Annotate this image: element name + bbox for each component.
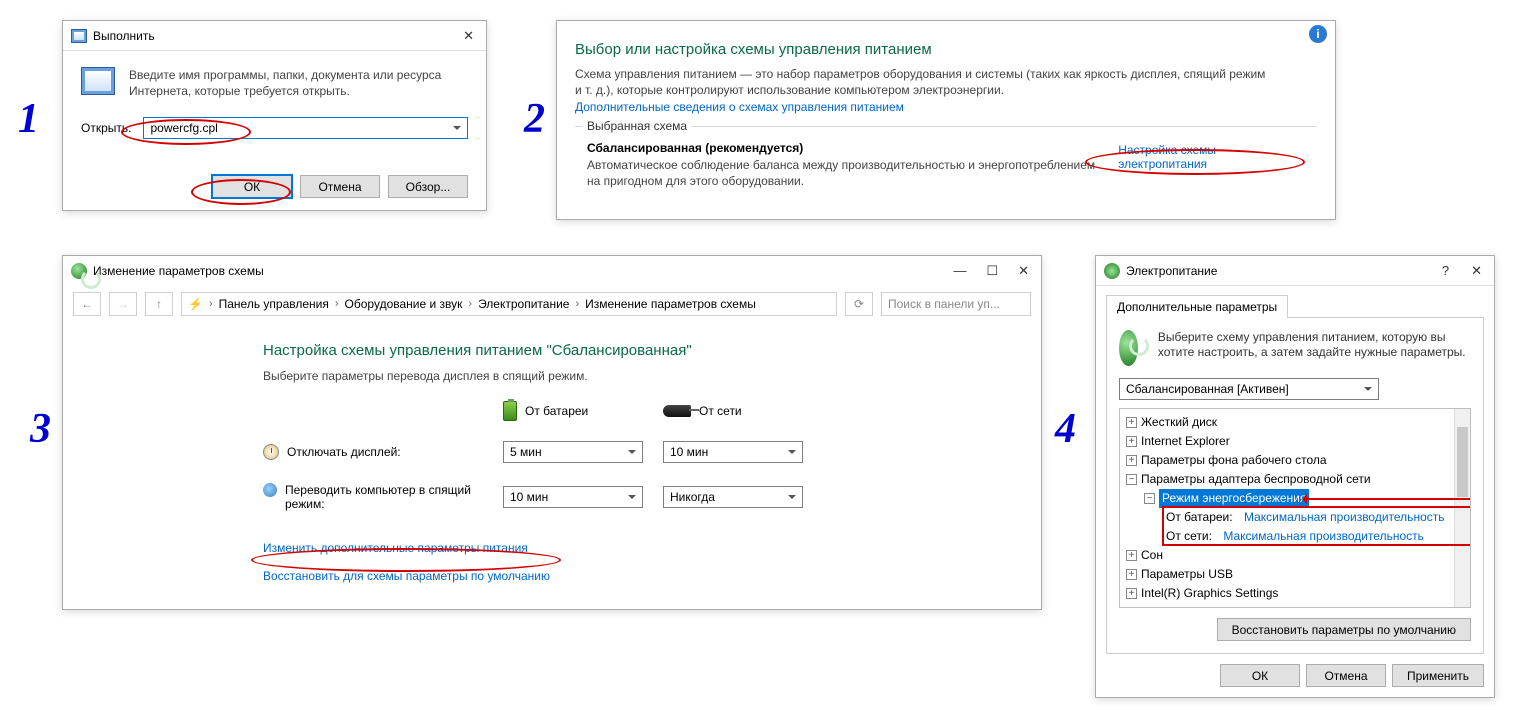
edit-heading: Настройка схемы управления питанием "Сба… [263, 342, 1001, 359]
restore-defaults-link[interactable]: Восстановить для схемы параметры по умол… [263, 569, 550, 583]
col-battery: От батареи [525, 404, 588, 418]
ok-button[interactable]: ОК [212, 175, 292, 198]
nav-up[interactable]: ↑ [145, 292, 173, 316]
sleep-battery-dropdown[interactable]: 10 мин [503, 486, 643, 508]
tree-container: Жесткий диск Internet Explorer Параметры… [1119, 408, 1471, 608]
sleep-icon [263, 483, 277, 497]
scheme-dropdown[interactable]: Сбалансированная [Активен] [1119, 378, 1379, 400]
tree-leaf-ac[interactable]: От сети: Максимальная производительность [1122, 527, 1452, 546]
tree-item[interactable]: Intel(R) Graphics Settings [1122, 584, 1452, 603]
open-combo-value: powercfg.cpl [150, 121, 217, 135]
plug-icon [663, 405, 691, 417]
ok-button[interactable]: ОК [1220, 664, 1300, 687]
nav-refresh[interactable]: ⟳ [845, 292, 873, 316]
cancel-button[interactable]: Отмена [300, 175, 380, 198]
run-dialog: Выполнить ✕ Введите имя программы, папки… [62, 20, 487, 211]
step-number-1: 1 [18, 95, 39, 143]
edit-title: Изменение параметров схемы [93, 264, 949, 278]
power-icon [71, 263, 87, 279]
breadcrumb[interactable]: ⚡› Панель управления› Оборудование и зву… [181, 292, 837, 316]
close-icon[interactable]: ✕ [459, 28, 478, 44]
browse-button[interactable]: Обзор... [388, 175, 468, 198]
scrollbar[interactable] [1454, 409, 1470, 607]
battery-icon [503, 401, 517, 421]
info-bubble-icon[interactable]: i [1309, 25, 1327, 43]
open-label: Открыть: [81, 121, 131, 135]
tree-item[interactable]: Параметры USB [1122, 565, 1452, 584]
plan-settings-link[interactable]: Настройка схемы электропитания [1118, 143, 1305, 171]
cancel-button[interactable]: Отмена [1306, 664, 1386, 687]
power-large-icon [1119, 330, 1138, 366]
row-sleep-label: Переводить компьютер в спящий режим: [285, 483, 485, 511]
crumb-search[interactable]: Поиск в панели уп... [881, 292, 1031, 316]
tree-leaf-battery[interactable]: От батареи: Максимальная производительно… [1122, 508, 1452, 527]
plan-desc: Автоматическое соблюдение баланса между … [587, 157, 1098, 189]
advanced-link[interactable]: Изменить дополнительные параметры питани… [263, 541, 528, 555]
plans-heading: Выбор или настройка схемы управления пит… [575, 41, 1317, 58]
nav-fwd[interactable]: → [109, 292, 137, 316]
tab-additional[interactable]: Дополнительные параметры [1106, 295, 1288, 318]
run-icon [71, 29, 87, 43]
close-icon[interactable]: ✕ [1467, 263, 1486, 279]
display-battery-dropdown[interactable]: 5 мин [503, 441, 643, 463]
row-display-label: Отключать дисплей: [287, 445, 401, 459]
plans-desc: Схема управления питанием — это набор па… [575, 66, 1275, 98]
selected-scheme-legend: Выбранная схема [583, 119, 691, 133]
minimize-icon[interactable]: — [949, 263, 970, 279]
step-number-4: 4 [1055, 405, 1076, 453]
highlight-arrow [1305, 498, 1471, 500]
more-info-link[interactable]: Дополнительные сведения о схемах управле… [575, 100, 904, 114]
restore-defaults-button[interactable]: Восстановить параметры по умолчанию [1217, 618, 1471, 641]
tree-item[interactable]: Internet Explorer [1122, 432, 1452, 451]
power-icon [1104, 263, 1120, 279]
run-hint: Введите имя программы, папки, документа … [129, 67, 468, 99]
tree-item[interactable]: Сон [1122, 546, 1452, 565]
nav-back[interactable]: ← [73, 292, 101, 316]
close-icon[interactable]: ✕ [1014, 263, 1033, 279]
mode-selected: Режим энергосбережения [1159, 489, 1309, 508]
clock-icon [263, 444, 279, 460]
run-large-icon [81, 67, 115, 95]
tree-item[interactable]: Жесткий диск [1122, 413, 1452, 432]
maximize-icon[interactable]: ☐ [982, 263, 1002, 279]
run-title: Выполнить [93, 29, 459, 43]
adv-hint: Выберите схему управления питанием, кото… [1158, 330, 1471, 360]
edit-plan-window: Изменение параметров схемы — ☐ ✕ ← → ↑ ⚡… [62, 255, 1042, 610]
edit-subhead: Выберите параметры перевода дисплея в сп… [263, 369, 1001, 383]
adv-title: Электропитание [1126, 264, 1438, 278]
plan-name: Сбалансированная (рекомендуется) [587, 141, 1098, 155]
col-ac: От сети [699, 404, 742, 418]
advanced-power-dialog: Электропитание ? ✕ Дополнительные параме… [1095, 255, 1495, 698]
power-plans-panel: i Выбор или настройка схемы управления п… [556, 20, 1336, 220]
tree-item[interactable]: Параметры фона рабочего стола [1122, 451, 1452, 470]
sleep-ac-dropdown[interactable]: Никогда [663, 486, 803, 508]
display-ac-dropdown[interactable]: 10 мин [663, 441, 803, 463]
apply-button[interactable]: Применить [1392, 664, 1484, 687]
open-combo[interactable]: powercfg.cpl [143, 117, 468, 139]
step-number-3: 3 [30, 405, 51, 453]
help-icon[interactable]: ? [1438, 263, 1453, 279]
tree-item[interactable]: PCI Express [1122, 603, 1452, 608]
tree-item[interactable]: Параметры адаптера беспроводной сети [1122, 470, 1452, 489]
step-number-2: 2 [524, 95, 545, 143]
